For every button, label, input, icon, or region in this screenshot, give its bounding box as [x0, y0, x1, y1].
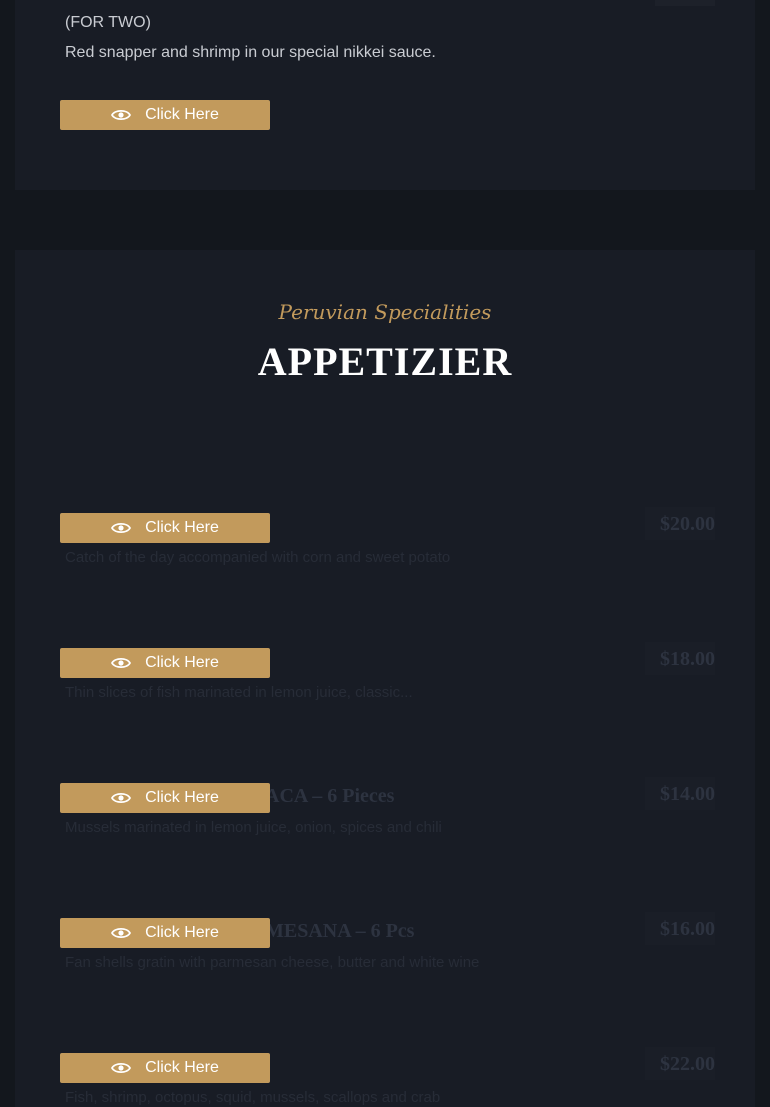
button-label: Click Here	[145, 519, 219, 536]
button-label: Click Here	[145, 924, 219, 941]
button-label: Click Here	[145, 789, 219, 806]
item-price: $20.00	[645, 507, 715, 540]
section-heading: APPETIZIER	[257, 339, 513, 384]
item-price: $22.00	[645, 1047, 715, 1080]
click-here-button[interactable]: Click Here	[60, 783, 270, 813]
item-name: ACA – 6 Pieces	[265, 785, 395, 807]
button-label: Click Here	[145, 654, 219, 671]
item-price: $16.00	[645, 912, 715, 945]
eye-icon	[111, 927, 132, 939]
click-here-button[interactable]: Click Here	[60, 513, 270, 543]
item-price: $14.00	[645, 777, 715, 810]
eye-icon	[111, 1062, 132, 1074]
section-kicker: Peruvian Specialities	[278, 300, 492, 324]
item-description: Fan shells gratin with parmesan cheese, …	[65, 954, 480, 971]
button-label: Click Here	[145, 106, 219, 123]
eye-icon	[111, 657, 132, 669]
button-label: Click Here	[145, 1059, 219, 1076]
eye-icon	[111, 522, 132, 534]
price-badge	[655, 0, 715, 6]
item-description: Catch of the day accompanied with corn a…	[65, 549, 451, 566]
item-price: $18.00	[645, 642, 715, 675]
click-here-button[interactable]: Click Here	[60, 918, 270, 948]
eye-icon	[111, 109, 132, 121]
item-subtitle: (FOR TWO)	[65, 14, 151, 31]
click-here-button[interactable]: Click Here	[60, 1053, 270, 1083]
item-description: Fish, shrimp, octopus, squid, mussels, s…	[65, 1089, 441, 1106]
previous-menu-card: (FOR TWO) Red snapper and shrimp in our …	[15, 0, 755, 190]
item-description: Mussels marinated in lemon juice, onion,…	[65, 819, 442, 836]
click-here-button[interactable]: Click Here	[60, 648, 270, 678]
item-description: Red snapper and shrimp in our special ni…	[65, 44, 436, 61]
item-description: Thin slices of fish marinated in lemon j…	[65, 684, 413, 701]
item-name: MESANA – 6 Pcs	[265, 920, 415, 942]
eye-icon	[111, 792, 132, 804]
click-here-button[interactable]: Click Here	[60, 100, 270, 130]
